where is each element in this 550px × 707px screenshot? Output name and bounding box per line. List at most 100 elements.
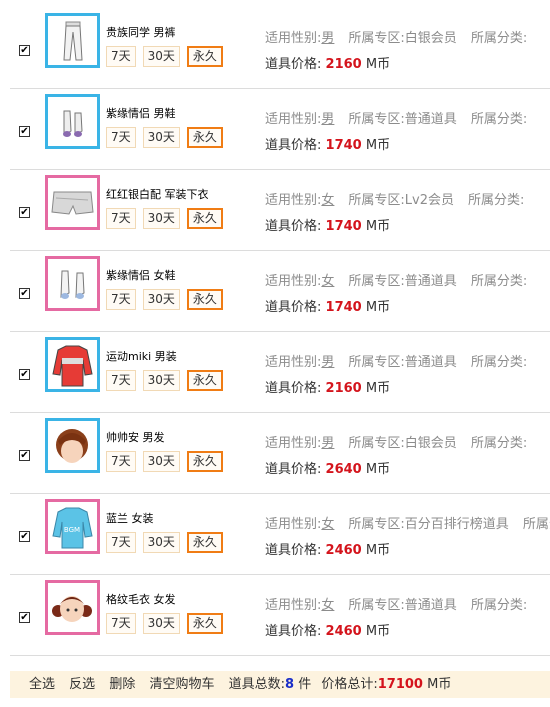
duration-7-days[interactable]: 7天 xyxy=(106,613,136,634)
price-value: 2640 xyxy=(325,462,362,477)
select-all-link[interactable]: 全选 xyxy=(29,677,55,692)
item-checkbox[interactable]: ✔ xyxy=(19,288,30,299)
item-image: BGM xyxy=(52,507,93,549)
duration-options: 7天 30天 永久 xyxy=(106,612,230,634)
duration-options: 7天 30天 永久 xyxy=(106,450,230,472)
zone-label: 所属专区: xyxy=(348,517,405,532)
gender-label: 适用性别: xyxy=(265,517,322,532)
item-checkbox[interactable]: ✔ xyxy=(19,369,30,380)
item-thumbnail[interactable] xyxy=(45,13,100,68)
zone-value[interactable]: 白银会员 xyxy=(405,436,457,451)
zone-value[interactable]: 普通道具 xyxy=(405,355,457,370)
item-name[interactable]: 格纹毛衣 女发 xyxy=(106,591,176,607)
category-label: 所属分类: xyxy=(468,193,525,208)
clear-cart-link[interactable]: 清空购物车 xyxy=(149,677,214,692)
zone-label: 所属专区: xyxy=(348,112,405,127)
item-name[interactable]: 红红银白配 军装下衣 xyxy=(106,186,209,202)
duration-permanent[interactable]: 永久 xyxy=(186,370,223,391)
price-currency: M币 xyxy=(365,219,391,234)
cart-item-row: ✔ 紫缘情侣 男鞋 7天 30天 永久 适用性别:男 所属专区:普通道具 所属分类: 道具价格:… xyxy=(10,89,550,170)
price-label: 道具价格: xyxy=(265,543,322,558)
duration-30-days[interactable]: 30天 xyxy=(142,613,180,634)
price-currency: M币 xyxy=(365,624,391,639)
item-name[interactable]: 运动miki 男装 xyxy=(106,348,177,364)
price-label: 道具价格: xyxy=(265,300,322,315)
zone-label: 所属专区: xyxy=(348,31,405,46)
price-label: 道具价格: xyxy=(265,381,322,396)
duration-30-days[interactable]: 30天 xyxy=(142,46,180,67)
item-thumbnail[interactable] xyxy=(45,175,100,230)
duration-permanent[interactable]: 永久 xyxy=(186,451,223,472)
item-thumbnail[interactable] xyxy=(45,580,100,635)
item-checkbox[interactable]: ✔ xyxy=(19,450,30,461)
price-value: 1740 xyxy=(325,300,362,315)
duration-permanent[interactable]: 永久 xyxy=(186,532,223,553)
duration-30-days[interactable]: 30天 xyxy=(142,532,180,553)
item-thumbnail[interactable] xyxy=(45,337,100,392)
item-thumbnail[interactable] xyxy=(45,94,100,149)
zone-value[interactable]: 白银会员 xyxy=(405,31,457,46)
gender-label: 适用性别: xyxy=(265,112,322,127)
cart-footer: 全选 反选 删除 清空购物车 道具总数:8 件 价格总计:17100 M币 xyxy=(10,671,550,698)
duration-30-days[interactable]: 30天 xyxy=(142,451,180,472)
duration-7-days[interactable]: 7天 xyxy=(106,370,136,391)
duration-permanent[interactable]: 永久 xyxy=(186,208,223,229)
item-name[interactable]: 贵族同学 男裤 xyxy=(106,24,176,40)
item-checkbox[interactable]: ✔ xyxy=(19,612,30,623)
category-label: 所属分类: xyxy=(470,112,528,127)
item-name[interactable]: 紫缘情侣 女鞋 xyxy=(106,267,176,283)
zone-value[interactable]: 百分百排行榜道具 xyxy=(405,517,509,532)
zone-value[interactable]: Lv2会员 xyxy=(405,193,454,208)
delete-link[interactable]: 删除 xyxy=(109,677,135,692)
item-name[interactable]: 蓝兰 女装 xyxy=(106,510,154,526)
item-checkbox[interactable]: ✔ xyxy=(19,45,30,56)
gender-value: 女 xyxy=(321,598,335,613)
item-image xyxy=(51,191,94,215)
duration-30-days[interactable]: 30天 xyxy=(142,127,180,148)
item-checkbox[interactable]: ✔ xyxy=(19,126,30,137)
price-currency: M币 xyxy=(365,381,391,396)
item-name[interactable]: 帅帅安 男发 xyxy=(106,429,165,445)
item-checkbox[interactable]: ✔ xyxy=(19,207,30,218)
duration-permanent[interactable]: 永久 xyxy=(186,613,223,634)
duration-30-days[interactable]: 30天 xyxy=(142,370,180,391)
duration-permanent[interactable]: 永久 xyxy=(186,127,223,148)
price-label: 道具价格: xyxy=(265,57,322,72)
item-price: 道具价格: 2160 M币 xyxy=(265,377,390,396)
duration-7-days[interactable]: 7天 xyxy=(106,451,136,472)
price-label: 道具价格: xyxy=(265,138,322,153)
duration-30-days[interactable]: 30天 xyxy=(142,208,180,229)
price-currency: M币 xyxy=(365,543,391,558)
category-label: 所属分类: xyxy=(470,31,528,46)
item-price: 道具价格: 2160 M币 xyxy=(265,53,390,72)
zone-value[interactable]: 普通道具 xyxy=(405,112,457,127)
item-thumbnail[interactable] xyxy=(45,418,100,473)
item-thumbnail[interactable]: BGM xyxy=(45,499,100,554)
zone-value[interactable]: 普通道具 xyxy=(405,274,457,289)
item-name[interactable]: 紫缘情侣 男鞋 xyxy=(106,105,176,121)
gender-label: 适用性别: xyxy=(265,193,322,208)
category-label: 所属分类: xyxy=(470,274,528,289)
zone-value[interactable]: 普通道具 xyxy=(405,598,457,613)
gender-value: 女 xyxy=(321,193,335,208)
duration-7-days[interactable]: 7天 xyxy=(106,289,136,310)
duration-permanent[interactable]: 永久 xyxy=(186,289,223,310)
total-price-label: 价格总计: xyxy=(321,677,378,692)
price-currency: M币 xyxy=(365,300,391,315)
duration-30-days[interactable]: 30天 xyxy=(142,289,180,310)
price-currency: M币 xyxy=(365,462,391,477)
duration-permanent[interactable]: 永久 xyxy=(186,46,223,67)
duration-7-days[interactable]: 7天 xyxy=(106,208,136,229)
total-price: 17100 xyxy=(377,677,423,692)
gender-label: 适用性别: xyxy=(265,31,322,46)
duration-7-days[interactable]: 7天 xyxy=(106,127,136,148)
item-attributes: 适用性别:男 所属专区:白银会员 所属分类: xyxy=(265,27,550,46)
item-checkbox[interactable]: ✔ xyxy=(19,531,30,542)
cart-item-list: ✔ 贵族同学 男裤 7天 30天 永久 适用性别:男 所属专区:白银会员 所属分类: 道具价格:… xyxy=(0,8,550,656)
item-thumbnail[interactable] xyxy=(45,256,100,311)
gender-label: 适用性别: xyxy=(265,598,322,613)
invert-selection-link[interactable]: 反选 xyxy=(69,677,95,692)
duration-7-days[interactable]: 7天 xyxy=(106,532,136,553)
duration-7-days[interactable]: 7天 xyxy=(106,46,136,67)
price-label: 道具价格: xyxy=(265,462,322,477)
